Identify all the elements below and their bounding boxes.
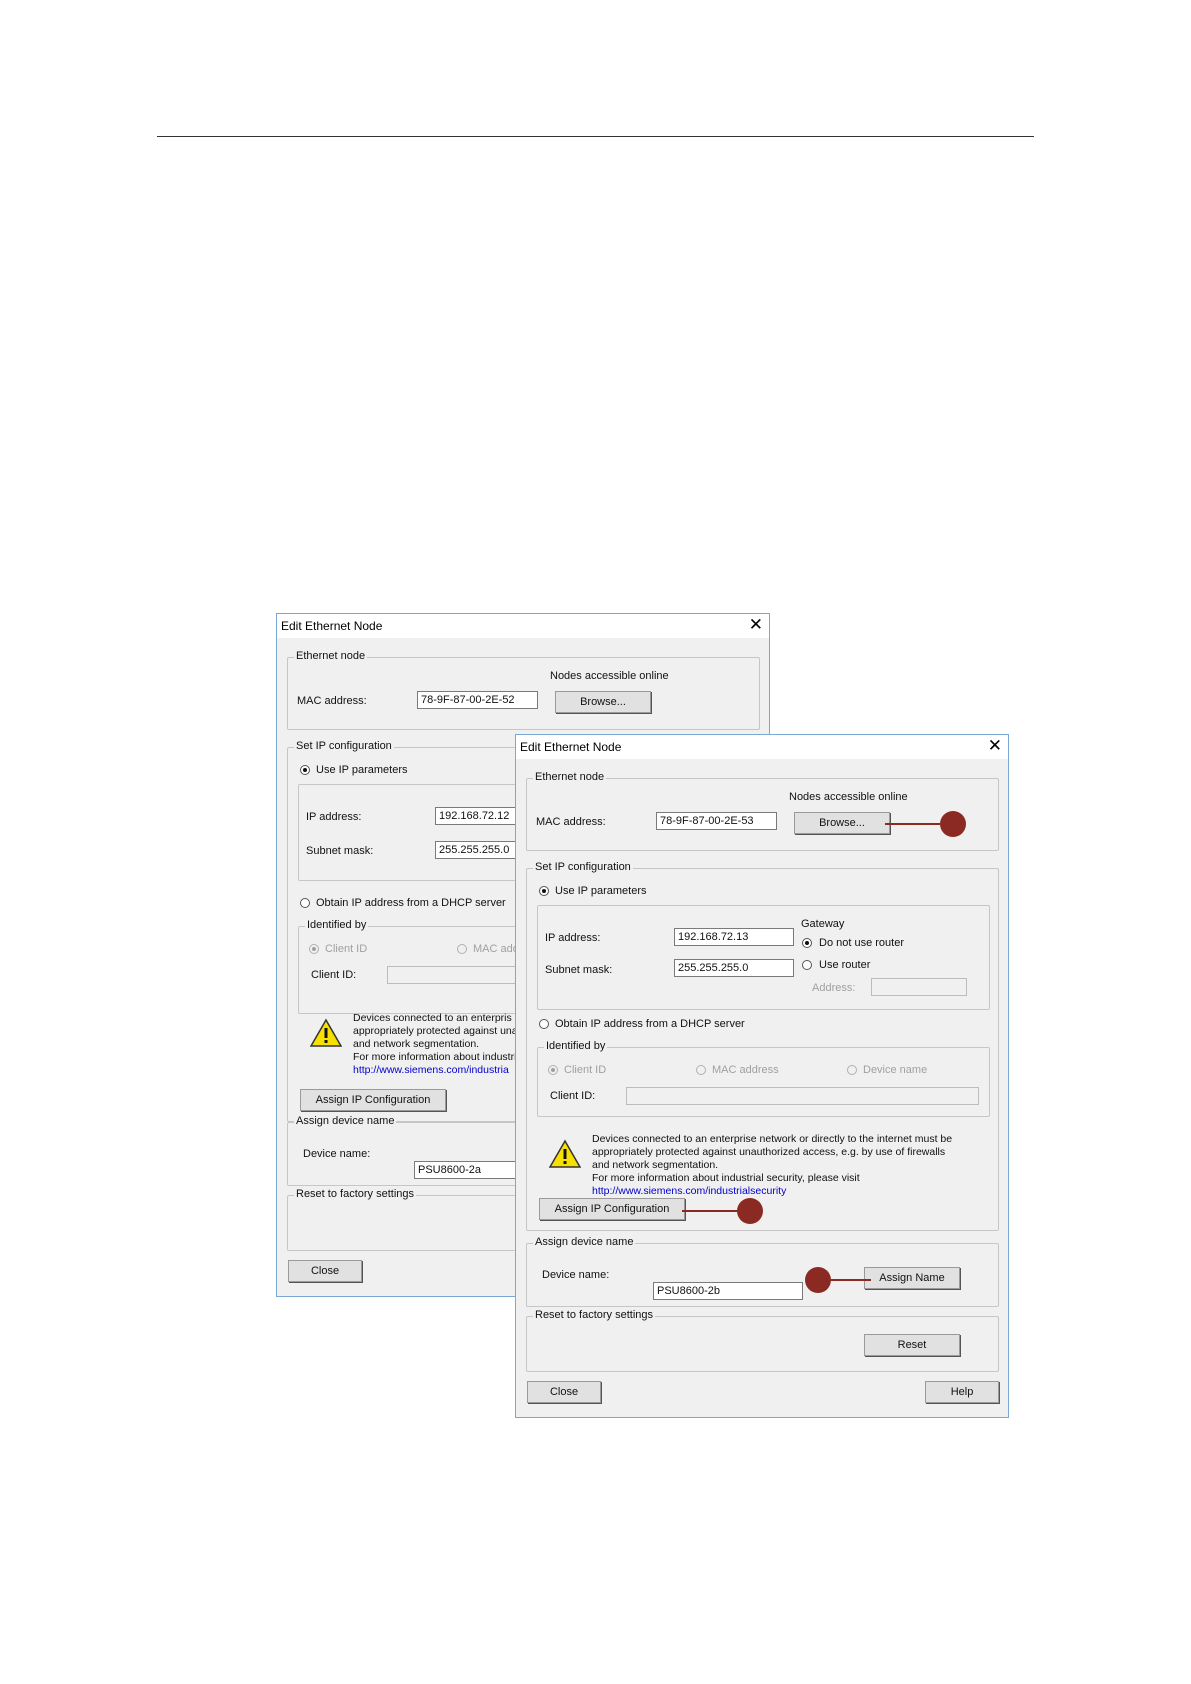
dhcp-radio[interactable] [300,898,310,908]
warning-icon [549,1139,581,1168]
callout-line-assign-name [831,1279,871,1281]
callout-line-assign-ip [682,1210,739,1212]
client-id-label: Client ID: [311,969,357,981]
gateway-label: Gateway [801,918,845,930]
browse-button[interactable]: Browse... [555,691,651,713]
security-warning-text: Devices connected to an enterprise netwo… [592,1133,952,1198]
device-name-label: Device name: [542,1269,610,1281]
group-title: Reset to factory settings [533,1309,655,1321]
ip-parameters-box: IP address: 192.168.72.13 Subnet mask: 2… [537,905,990,1010]
group-title: Ethernet node [294,650,368,662]
ip-address-label: IP address: [545,932,601,944]
assign-device-name-group: Assign device name Device name: PSU8600-… [526,1236,999,1307]
warning-line: Devices connected to an enterprise netwo… [592,1133,953,1145]
mac-address-radio-label: MAC ado [473,943,519,955]
device-name-radio-label: Device name [863,1064,928,1076]
callout-marker [940,811,966,837]
title-bar: Edit Ethernet Node ✕ [277,614,769,638]
close-button[interactable]: Close [527,1381,601,1403]
edit-ethernet-node-dialog-front: Edit Ethernet Node ✕ Ethernet node Nodes… [515,734,1009,1418]
group-title: Set IP configuration [294,740,394,752]
use-router-label: Use router [819,959,871,971]
nodes-accessible-label: Nodes accessible online [789,791,908,803]
client-id-radio-label: Client ID [325,943,368,955]
do-not-use-router-radio[interactable] [802,938,812,948]
group-title: Assign device name [533,1236,636,1248]
ip-address-field[interactable]: 192.168.72.13 [674,928,794,946]
warning-line: Devices connected to an enterpris [353,1012,512,1024]
mac-address-label: MAC address: [536,816,606,828]
mac-address-field[interactable]: 78-9F-87-00-2E-53 [656,812,777,830]
client-id-radio[interactable] [309,944,319,954]
subnet-mask-field[interactable]: 255.255.255.0 [435,841,521,859]
client-id-field[interactable] [626,1087,979,1105]
ip-address-label: IP address: [306,811,362,823]
dialog-title: Edit Ethernet Node [281,619,383,633]
device-name-field[interactable]: PSU8600-2b [653,1282,803,1300]
group-title: Identified by [305,919,369,931]
use-ip-parameters-radio[interactable] [539,886,549,896]
callout-marker [737,1198,763,1224]
assign-ip-configuration-button[interactable]: Assign IP Configuration [300,1089,446,1111]
warning-line: For more information about industria [353,1051,523,1063]
device-name-label: Device name: [303,1148,371,1160]
router-address-label: Address: [812,982,856,994]
header-rule [157,136,1034,137]
dhcp-label: Obtain IP address from a DHCP server [316,897,506,909]
security-warning-text: Devices connected to an enterpris approp… [353,1012,522,1077]
set-ip-configuration-group: Set IP configuration Use IP parameters I… [526,861,999,1231]
dhcp-radio[interactable] [539,1019,549,1029]
subnet-mask-field[interactable]: 255.255.255.0 [674,959,794,977]
use-ip-parameters-label: Use IP parameters [316,764,408,776]
do-not-use-router-label: Do not use router [819,937,904,949]
ethernet-node-group: Ethernet node Nodes accessible online MA… [526,771,999,851]
identified-by-group: Identified by Client ID MAC address Devi… [537,1040,990,1117]
use-router-radio[interactable] [802,960,812,970]
title-bar: Edit Ethernet Node ✕ [516,735,1008,759]
warning-line: appropriately protected against una [353,1025,518,1037]
close-icon[interactable]: ✕ [988,736,1002,756]
mac-address-label: MAC address: [297,695,367,707]
router-address-field[interactable] [871,978,967,996]
assign-ip-configuration-button[interactable]: Assign IP Configuration [539,1198,685,1220]
device-name-radio[interactable] [847,1065,857,1075]
help-button[interactable]: Help [925,1381,999,1403]
dhcp-label: Obtain IP address from a DHCP server [555,1018,745,1030]
client-id-radio[interactable] [548,1065,558,1075]
callout-marker [805,1267,831,1293]
subnet-mask-label: Subnet mask: [306,845,374,857]
warning-line: and network segmentation. [592,1159,719,1171]
nodes-accessible-label: Nodes accessible online [550,670,669,682]
close-icon[interactable]: ✕ [749,615,763,635]
close-button[interactable]: Close [288,1260,362,1282]
security-link[interactable]: http://www.siemens.com/industria [353,1064,522,1077]
warning-icon [310,1018,342,1047]
use-ip-parameters-radio[interactable] [300,765,310,775]
dialog-title: Edit Ethernet Node [520,740,622,754]
ethernet-node-group: Ethernet node Nodes accessible online MA… [287,650,760,730]
browse-button[interactable]: Browse... [794,812,890,834]
group-title: Identified by [544,1040,608,1052]
group-title: Assign device name [294,1115,397,1127]
client-id-label: Client ID: [550,1090,596,1102]
group-title: Reset to factory settings [294,1188,416,1200]
mac-address-field[interactable]: 78-9F-87-00-2E-52 [417,691,538,709]
security-link[interactable]: http://www.siemens.com/industrialsecurit… [592,1185,952,1198]
reset-factory-group: Reset to factory settings Reset [526,1309,999,1372]
mac-address-radio[interactable] [696,1065,706,1075]
mac-address-radio-label: MAC address [712,1064,779,1076]
client-id-radio-label: Client ID [564,1064,607,1076]
subnet-mask-label: Subnet mask: [545,964,613,976]
use-ip-parameters-label: Use IP parameters [555,885,647,897]
reset-button[interactable]: Reset [864,1334,960,1356]
warning-line: and network segmentation. [353,1038,480,1050]
assign-name-button[interactable]: Assign Name [864,1267,960,1289]
group-title: Set IP configuration [533,861,633,873]
warning-line: For more information about industrial se… [592,1172,860,1184]
group-title: Ethernet node [533,771,607,783]
ip-address-field[interactable]: 192.168.72.12 [435,807,521,825]
mac-address-radio[interactable] [457,944,467,954]
callout-line-browse [885,823,940,825]
warning-line: appropriately protected against unauthor… [592,1146,946,1158]
